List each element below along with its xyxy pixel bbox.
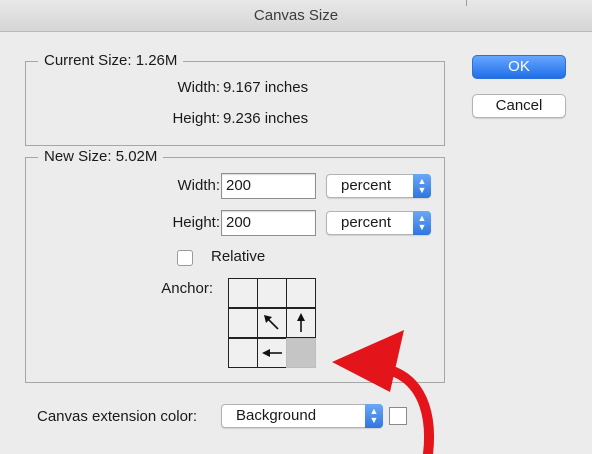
anchor-top-left[interactable] <box>228 278 258 308</box>
anchor-bottom-left[interactable] <box>228 338 258 368</box>
arrow-left-icon <box>262 349 282 357</box>
canvas-extension-color-select[interactable]: Background ▲ ▼ <box>221 404 383 428</box>
chevron-up-down-icon: ▲ ▼ <box>365 404 383 428</box>
new-width-label: Width: <box>177 177 220 194</box>
height-unit-value: percent <box>341 214 392 231</box>
current-width-value: 9.167 inches <box>223 79 309 96</box>
width-unit-select[interactable]: percent ▲ ▼ <box>326 174 431 198</box>
cancel-button[interactable]: Cancel <box>472 94 566 118</box>
arrow-up-left-icon <box>264 315 279 330</box>
new-size-group: New Size: 5.02M Width: 200 percent ▲ ▼ He… <box>25 148 445 383</box>
canvas-size-dialog: Canvas Size Current Size: 1.26M Width: 9… <box>0 0 592 454</box>
width-input[interactable]: 200 <box>221 173 316 199</box>
relative-label: Relative <box>211 248 266 265</box>
canvas-extension-color-value: Background <box>236 407 317 424</box>
canvas-extension-color-label: Canvas extension color: <box>37 408 198 425</box>
title-bar: Canvas Size <box>0 0 592 32</box>
new-size-legend: New Size: 5.02M <box>38 148 164 165</box>
height-input[interactable]: 200 <box>221 210 316 236</box>
width-unit-value: percent <box>341 177 392 194</box>
current-width-label: Width: <box>177 79 220 96</box>
anchor-middle-left[interactable] <box>228 308 258 338</box>
anchor-middle-right[interactable] <box>286 308 316 338</box>
anchor-middle-center[interactable] <box>257 308 287 338</box>
height-unit-select[interactable]: percent ▲ ▼ <box>326 211 431 235</box>
current-height-value: 9.236 inches <box>223 110 309 127</box>
chevron-up-down-icon: ▲ ▼ <box>413 211 431 235</box>
window-title: Canvas Size <box>253 7 339 24</box>
relative-checkbox[interactable] <box>177 250 193 266</box>
anchor-bottom-center[interactable] <box>257 338 287 368</box>
current-height-label: Height: <box>172 110 220 127</box>
arrow-up-icon <box>297 313 305 332</box>
ok-button[interactable]: OK <box>472 55 566 79</box>
anchor-label: Anchor: <box>161 280 213 297</box>
anchor-bottom-right[interactable] <box>286 338 316 368</box>
canvas-extension-color-swatch[interactable] <box>389 407 407 425</box>
current-size-group: Current Size: 1.26M Width: 9.167 inches … <box>25 52 445 146</box>
anchor-top-center[interactable] <box>257 278 287 308</box>
new-height-label: Height: <box>172 214 220 231</box>
current-size-legend: Current Size: 1.26M <box>38 52 184 69</box>
anchor-top-right[interactable] <box>286 278 316 308</box>
title-bar-divider <box>466 0 467 6</box>
chevron-up-down-icon: ▲ ▼ <box>413 174 431 198</box>
